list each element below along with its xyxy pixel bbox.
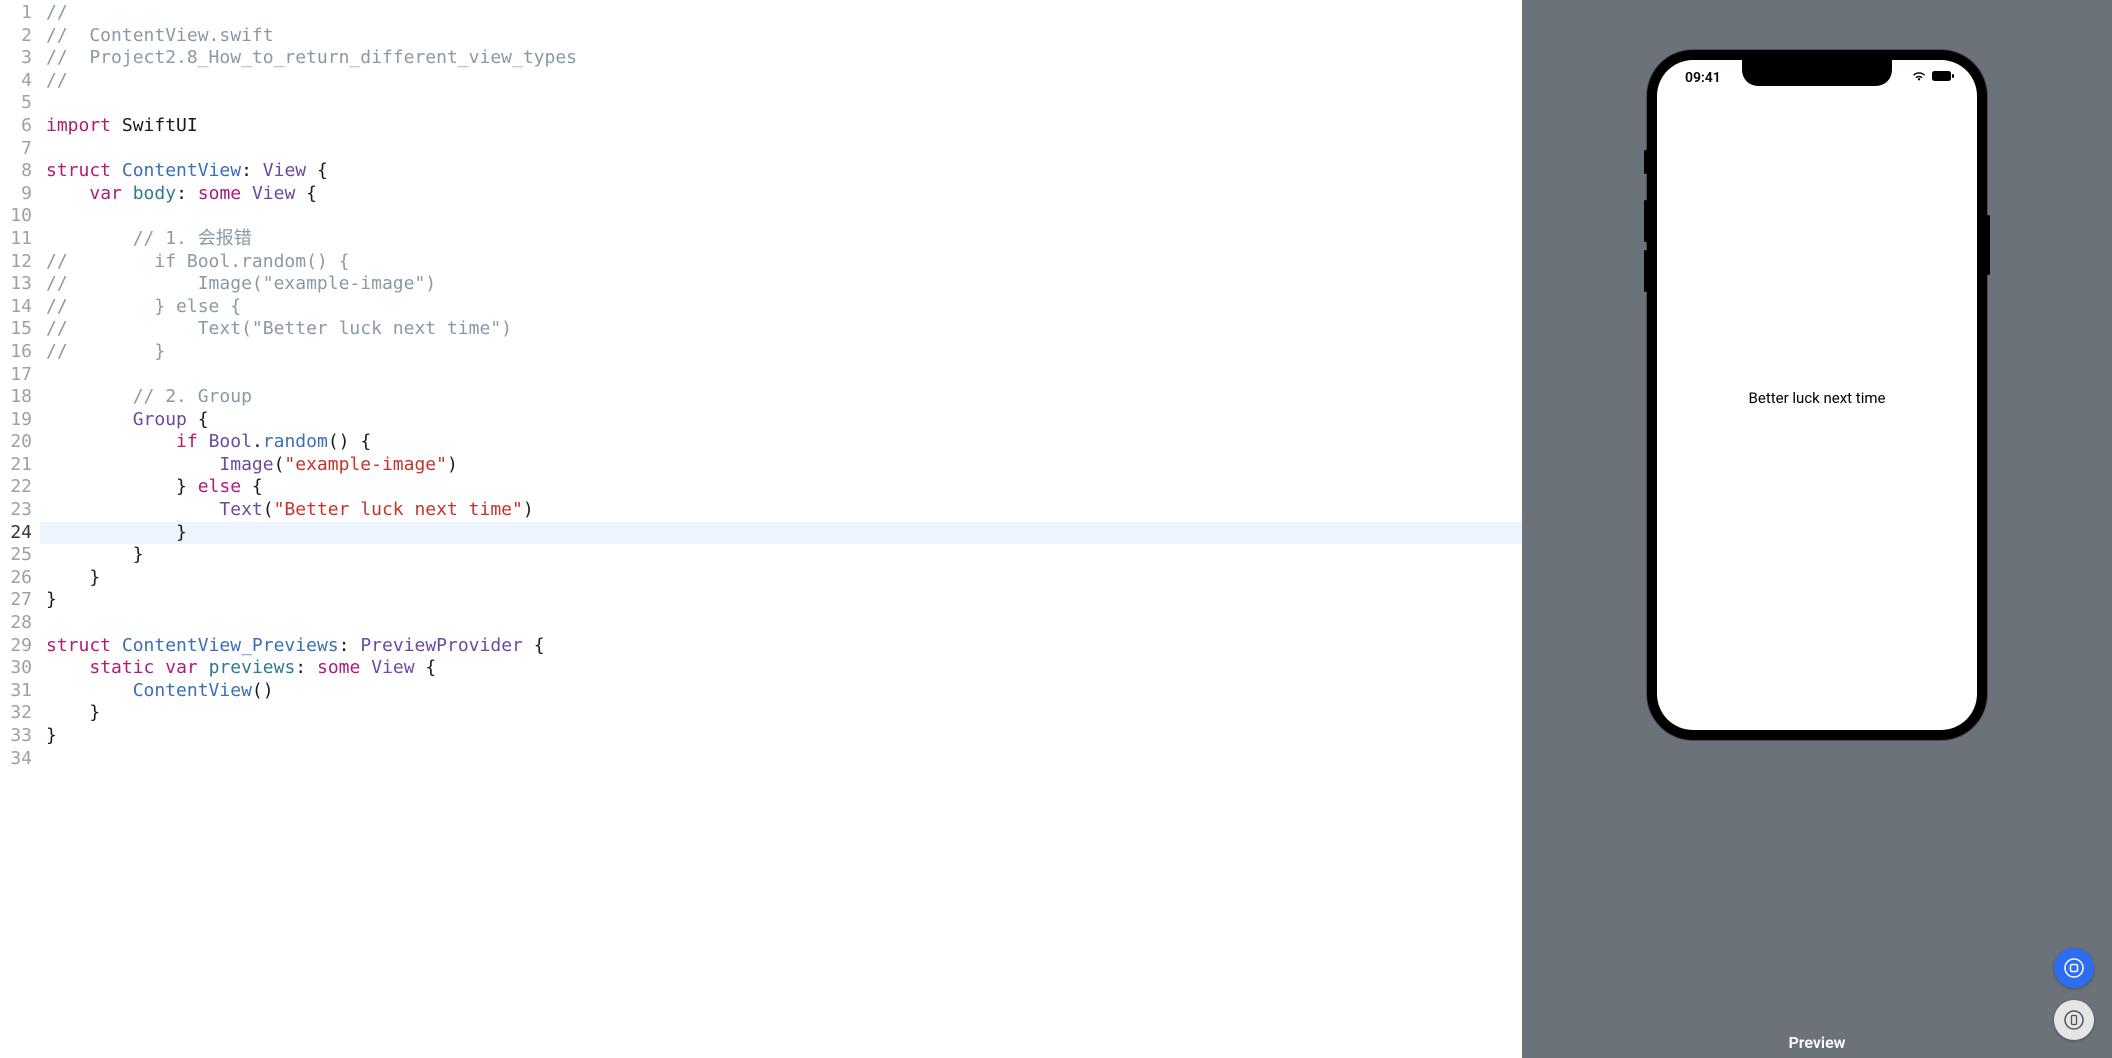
- line-number: 27: [0, 589, 32, 612]
- code-line[interactable]: struct ContentView: View {: [40, 160, 1522, 183]
- line-number: 14: [0, 296, 32, 319]
- line-number: 30: [0, 657, 32, 680]
- code-line[interactable]: // 1. 会报错: [40, 228, 1522, 251]
- phone-notch: [1742, 60, 1892, 86]
- code-line[interactable]: // Project2.8_How_to_return_different_vi…: [40, 47, 1522, 70]
- code-area[interactable]: //// ContentView.swift// Project2.8_How_…: [40, 0, 1522, 1058]
- line-number: 4: [0, 70, 32, 93]
- line-number: 32: [0, 702, 32, 725]
- code-line[interactable]: import SwiftUI: [40, 115, 1522, 138]
- line-number: 7: [0, 138, 32, 161]
- phone-content: Better luck next time: [1657, 96, 1977, 730]
- line-number: 9: [0, 183, 32, 206]
- code-line[interactable]: [40, 612, 1522, 635]
- line-number: 3: [0, 47, 32, 70]
- code-line[interactable]: }: [40, 544, 1522, 567]
- code-line[interactable]: // Text("Better luck next time"): [40, 318, 1522, 341]
- code-line[interactable]: [40, 205, 1522, 228]
- line-number: 18: [0, 386, 32, 409]
- line-number: 5: [0, 92, 32, 115]
- code-line[interactable]: [40, 364, 1522, 387]
- code-line[interactable]: //: [40, 2, 1522, 25]
- live-preview-button[interactable]: [2054, 948, 2094, 988]
- line-number: 22: [0, 476, 32, 499]
- code-line[interactable]: // } else {: [40, 296, 1522, 319]
- code-line[interactable]: }: [40, 589, 1522, 612]
- code-line[interactable]: }: [40, 702, 1522, 725]
- code-line[interactable]: [40, 748, 1522, 771]
- code-line[interactable]: // }: [40, 341, 1522, 364]
- line-number: 21: [0, 454, 32, 477]
- status-indicators: [1911, 70, 1955, 86]
- code-line[interactable]: [40, 92, 1522, 115]
- line-number: 16: [0, 341, 32, 364]
- line-number: 8: [0, 160, 32, 183]
- phone-screen: 09:41 Better luck next time: [1657, 60, 1977, 730]
- line-number: 26: [0, 567, 32, 590]
- phone-volume-up: [1644, 200, 1647, 242]
- line-number: 24: [0, 522, 32, 545]
- phone-mute-switch: [1644, 150, 1647, 174]
- line-number: 6: [0, 115, 32, 138]
- code-line[interactable]: var body: some View {: [40, 183, 1522, 206]
- line-number: 19: [0, 409, 32, 432]
- code-editor-pane[interactable]: 1234567891011121314151617181920212223242…: [0, 0, 1522, 1058]
- line-number: 28: [0, 612, 32, 635]
- line-number-gutter: 1234567891011121314151617181920212223242…: [0, 0, 40, 1058]
- code-line[interactable]: static var previews: some View {: [40, 657, 1522, 680]
- line-number: 29: [0, 635, 32, 658]
- preview-text: Better luck next time: [1749, 389, 1886, 407]
- line-number: 1: [0, 2, 32, 25]
- code-line[interactable]: // Image("example-image"): [40, 273, 1522, 296]
- app-container: 1234567891011121314151617181920212223242…: [0, 0, 2112, 1058]
- code-line[interactable]: // if Bool.random() {: [40, 251, 1522, 274]
- phone-volume-down: [1644, 250, 1647, 292]
- preview-pane: 09:41 Better luck next time Preview: [1522, 0, 2112, 1058]
- line-number: 20: [0, 431, 32, 454]
- code-line[interactable]: //: [40, 70, 1522, 93]
- line-number: 23: [0, 499, 32, 522]
- preview-on-device-button[interactable]: [2054, 1000, 2094, 1040]
- line-number: 10: [0, 205, 32, 228]
- code-line[interactable]: if Bool.random() {: [40, 431, 1522, 454]
- code-line[interactable]: [40, 138, 1522, 161]
- line-number: 25: [0, 544, 32, 567]
- wifi-icon: [1911, 70, 1927, 86]
- code-line[interactable]: // ContentView.swift: [40, 25, 1522, 48]
- code-line[interactable]: Image("example-image"): [40, 454, 1522, 477]
- battery-icon: [1931, 70, 1955, 86]
- preview-controls: [2054, 948, 2094, 1040]
- code-line[interactable]: }: [40, 725, 1522, 748]
- code-line[interactable]: ContentView(): [40, 680, 1522, 703]
- code-line[interactable]: Group {: [40, 409, 1522, 432]
- line-number: 2: [0, 25, 32, 48]
- line-number: 17: [0, 364, 32, 387]
- code-line[interactable]: }: [40, 567, 1522, 590]
- status-time: 09:41: [1685, 70, 1721, 86]
- line-number: 34: [0, 748, 32, 771]
- line-number: 13: [0, 273, 32, 296]
- phone-power-button: [1987, 215, 1990, 275]
- preview-label: Preview: [1789, 1033, 1846, 1052]
- phone-frame: 09:41 Better luck next time: [1647, 50, 1987, 740]
- line-number: 33: [0, 725, 32, 748]
- line-number: 31: [0, 680, 32, 703]
- code-line[interactable]: }: [40, 522, 1522, 545]
- code-line[interactable]: struct ContentView_Previews: PreviewProv…: [40, 635, 1522, 658]
- code-line[interactable]: } else {: [40, 476, 1522, 499]
- line-number: 12: [0, 251, 32, 274]
- code-line[interactable]: Text("Better luck next time"): [40, 499, 1522, 522]
- line-number: 11: [0, 228, 32, 251]
- line-number: 15: [0, 318, 32, 341]
- code-line[interactable]: // 2. Group: [40, 386, 1522, 409]
